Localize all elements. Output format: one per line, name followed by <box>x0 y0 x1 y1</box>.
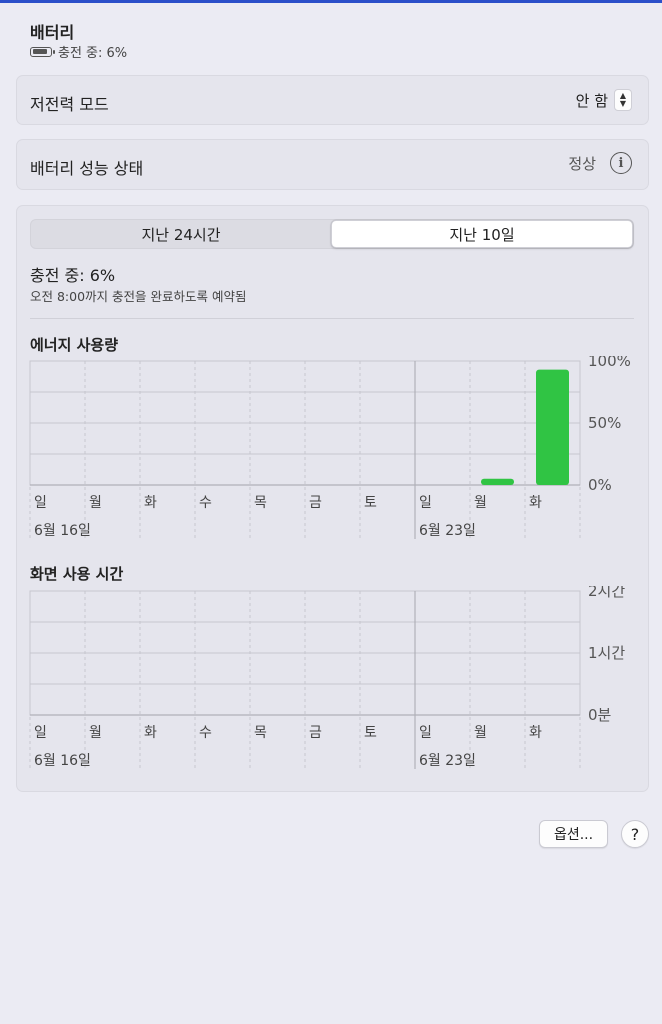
energy-bar <box>481 478 514 485</box>
energy-x-tick-label: 월 <box>89 495 102 511</box>
screen-y-tick-label: 0분 <box>588 706 612 724</box>
low-power-mode-select[interactable]: 안 함 ▲ ▼ <box>576 89 632 111</box>
energy-x-tick-label: 화 <box>144 495 157 511</box>
energy-x-tick-label: 토 <box>364 495 377 511</box>
energy-bar <box>536 369 569 485</box>
battery-health-label: 배터리 성능 상태 <box>30 159 144 178</box>
energy-x-tick-label: 목 <box>254 495 267 511</box>
tab-last-24-hours[interactable]: 지난 24시간 <box>31 220 331 248</box>
battery-status-text: 충전 중: 6% <box>58 46 128 61</box>
energy-x-tick-label: 화 <box>529 495 542 511</box>
energy-usage-chart: 100% 50% 0% 일 월 화 수 목 금 토 일 월 화 6월 16일 6월 23일 <box>29 356 631 539</box>
options-button[interactable]: 옵션... <box>539 820 608 848</box>
screen-x-tick-label: 화 <box>144 725 157 741</box>
screen-y-tick-label: 1시간 <box>588 644 625 662</box>
low-power-mode-label: 저전력 모드 <box>30 95 109 114</box>
screen-x-tick-label: 수 <box>199 725 212 741</box>
energy-week-label: 6월 23일 <box>419 523 476 539</box>
energy-x-tick-label: 수 <box>199 495 212 511</box>
screen-time-title: 화면 사용 시간 <box>30 565 124 583</box>
low-power-mode-value: 안 함 <box>575 91 608 110</box>
screen-x-tick-label: 화 <box>529 725 542 741</box>
help-button[interactable]: ? <box>621 820 649 848</box>
page-title: 배터리 <box>30 23 75 42</box>
screen-week-label: 6월 23일 <box>419 753 476 769</box>
screen-x-tick-label: 월 <box>89 725 102 741</box>
screen-y-tick-label: 2시간 <box>588 586 625 600</box>
divider <box>30 318 634 319</box>
screen-x-tick-label: 목 <box>254 725 267 741</box>
energy-week-label: 6월 16일 <box>34 523 91 539</box>
battery-status: 충전 중: 6% <box>30 42 127 61</box>
charge-schedule: 오전 8:00까지 충전을 완료하도록 예약됨 <box>30 289 247 304</box>
battery-health-value: 정상 <box>568 154 596 173</box>
energy-x-tick-label: 일 <box>419 495 432 511</box>
energy-x-tick-label: 금 <box>309 495 322 511</box>
time-range-segmented-control: 지난 24시간 지난 10일 <box>30 219 634 249</box>
chevron-updown-icon[interactable]: ▲ ▼ <box>614 89 632 111</box>
energy-x-tick-label: 월 <box>474 495 487 511</box>
battery-health-row: 배터리 성능 상태 정상 i <box>16 139 649 190</box>
low-power-mode-row: 저전력 모드 안 함 ▲ ▼ <box>16 75 649 125</box>
info-icon[interactable]: i <box>610 152 632 174</box>
usage-panel: 지난 24시간 지난 10일 충전 중: 6% 오전 8:00까지 충전을 완료… <box>16 205 649 792</box>
screen-x-tick-label: 일 <box>34 725 47 741</box>
screen-x-tick-label: 일 <box>419 725 432 741</box>
battery-charging-icon <box>30 46 55 57</box>
window-accent-bar <box>0 0 662 3</box>
energy-usage-title: 에너지 사용량 <box>30 336 119 354</box>
energy-y-tick-label: 50% <box>588 414 621 432</box>
screen-x-tick-label: 월 <box>474 725 487 741</box>
energy-x-tick-label: 일 <box>34 495 47 511</box>
screen-x-tick-label: 금 <box>309 725 322 741</box>
screen-week-label: 6월 16일 <box>34 753 91 769</box>
screen-x-tick-label: 토 <box>364 725 377 741</box>
tab-last-10-days[interactable]: 지난 10일 <box>331 220 633 248</box>
screen-time-chart: 2시간 1시간 0분일 월 화 수 목 금 토 일 월 화 6월 16일 6월 23일 <box>29 586 625 769</box>
energy-y-tick-label: 0% <box>588 476 612 494</box>
energy-y-tick-label: 100% <box>588 356 631 370</box>
charge-status: 충전 중: 6% <box>30 266 116 285</box>
